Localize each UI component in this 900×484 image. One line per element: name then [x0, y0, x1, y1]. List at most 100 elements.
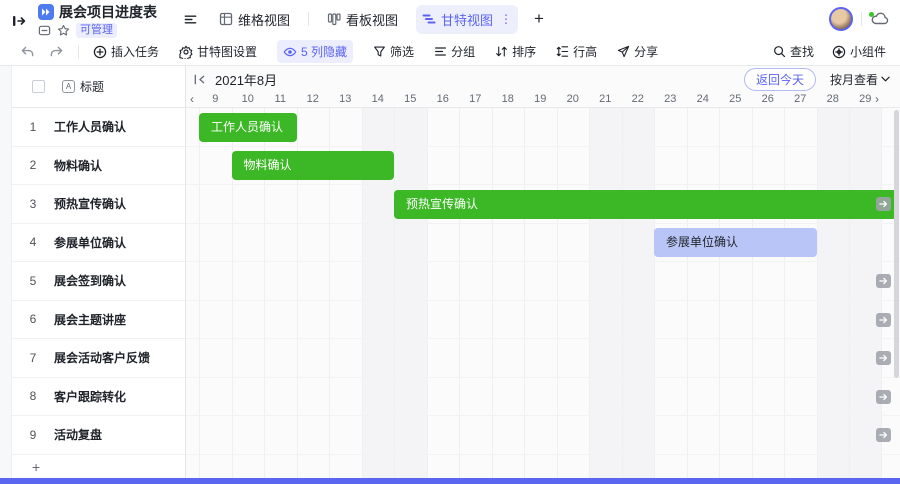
widgets-button[interactable]: 小组件 — [832, 43, 886, 60]
day-tick: 12 — [297, 92, 330, 107]
day-tick: 14 — [362, 92, 395, 107]
day-tick: 25 — [719, 92, 752, 107]
row-number: 9 — [12, 428, 54, 442]
gantt-row — [186, 262, 900, 301]
table-row[interactable]: 2物料确认 — [12, 147, 185, 186]
task-title-cell[interactable]: 工作人员确认 — [54, 118, 126, 135]
row-height-icon — [556, 45, 569, 58]
table-row[interactable]: 4参展单位确认 — [12, 224, 185, 263]
task-title-cell[interactable]: 客户跟踪转化 — [54, 388, 126, 405]
collapse-left-icon[interactable] — [193, 73, 206, 86]
kanban-view-icon — [327, 12, 341, 26]
table-row[interactable]: 7展会活动客户反馈 — [12, 339, 185, 378]
add-view-button[interactable]: + — [530, 9, 548, 29]
page-title: 展会项目进度表 — [59, 2, 157, 22]
avatar[interactable] — [829, 7, 853, 31]
jump-to-bar-arrow-icon[interactable] — [876, 390, 891, 404]
table-row[interactable]: 3预热宣传确认 — [12, 185, 185, 224]
tab-gantt-view[interactable]: 甘特视图 ⋮ — [416, 5, 518, 34]
filter-button[interactable]: 筛选 — [373, 43, 414, 60]
chevron-down-icon — [881, 76, 890, 82]
divider — [861, 12, 862, 26]
title-column-header[interactable]: A 标题 — [62, 78, 104, 95]
task-title-cell[interactable]: 展会签到确认 — [54, 272, 126, 289]
insert-task-button[interactable]: 插入任务 — [93, 43, 159, 60]
row-number: 1 — [12, 120, 54, 134]
gantt-body: 工作人员确认物料确认预热宣传确认参展单位确认 — [186, 108, 900, 484]
gantt-row — [186, 416, 900, 455]
view-list-icon[interactable] — [180, 9, 201, 30]
gantt-panel: 2021年8月 返回今天 按月查看 ‹ 91011121314151617181… — [186, 66, 900, 484]
scroll-left-icon[interactable]: ‹ — [190, 92, 194, 107]
sort-icon — [495, 45, 508, 58]
group-icon — [434, 45, 447, 58]
tab-grid-view[interactable]: 维格视图 — [213, 5, 296, 34]
expand-directory-icon[interactable] — [8, 10, 30, 32]
table-row[interactable]: 6展会主题讲座 — [12, 301, 185, 340]
undo-icon[interactable] — [20, 45, 35, 58]
gantt-bar[interactable]: 工作人员确认 — [199, 113, 297, 142]
left-gutter — [0, 66, 12, 484]
share-button[interactable]: 分享 — [617, 43, 658, 60]
gantt-row — [186, 339, 900, 378]
gantt-bar[interactable]: 预热宣传确认 — [394, 190, 897, 219]
task-title-cell[interactable]: 活动复盘 — [54, 426, 102, 443]
task-title-cell[interactable]: 参展单位确认 — [54, 234, 126, 251]
divider — [308, 12, 309, 26]
task-title-cell[interactable]: 物料确认 — [54, 157, 102, 174]
gantt-settings-button[interactable]: 甘特图设置 — [179, 43, 257, 60]
jump-to-bar-arrow-icon[interactable] — [876, 351, 891, 365]
gantt-bar[interactable]: 物料确认 — [232, 151, 395, 180]
top-bar: 展会项目进度表 可管理 维格视图 看板视图 — [0, 0, 900, 38]
row-number: 2 — [12, 158, 54, 172]
jump-to-bar-arrow-icon[interactable] — [876, 313, 891, 327]
row-height-button[interactable]: 行高 — [556, 43, 597, 60]
description-icon[interactable] — [38, 24, 51, 37]
group-button[interactable]: 分组 — [434, 43, 475, 60]
select-all-checkbox[interactable] — [32, 80, 45, 93]
tab-kanban-view[interactable]: 看板视图 — [321, 5, 404, 34]
back-to-today-button[interactable]: 返回今天 — [744, 68, 816, 91]
horizontal-scrollbar[interactable] — [0, 478, 900, 484]
search-button[interactable]: 查找 — [773, 43, 814, 60]
jump-to-bar-arrow-icon[interactable] — [876, 428, 891, 442]
hidden-fields-button[interactable]: 5 列隐藏 — [277, 40, 353, 63]
task-title-cell[interactable]: 预热宣传确认 — [54, 195, 126, 212]
task-title-cell[interactable]: 展会活动客户反馈 — [54, 349, 150, 366]
funnel-icon — [373, 45, 386, 58]
plus-icon: + — [32, 460, 40, 474]
day-tick: 24 — [687, 92, 720, 107]
row-number: 4 — [12, 235, 54, 249]
day-tick: 13 — [329, 92, 362, 107]
day-tick: 15 — [394, 92, 427, 107]
view-mode-dropdown[interactable]: 按月查看 — [830, 71, 890, 88]
tab-label: 维格视图 — [238, 10, 290, 29]
grid-view-icon — [219, 12, 233, 26]
add-row-button[interactable]: + — [12, 455, 185, 479]
scroll-right-icon[interactable]: › — [875, 92, 879, 107]
day-tick: 20 — [557, 92, 590, 107]
widget-icon — [832, 45, 846, 59]
table-row[interactable]: 9活动复盘 — [12, 416, 185, 455]
redo-icon[interactable] — [49, 45, 64, 58]
jump-to-bar-arrow-icon[interactable] — [876, 197, 891, 211]
circle-plus-icon — [93, 45, 107, 59]
gear-icon — [179, 45, 193, 59]
table-row[interactable]: 1工作人员确认 — [12, 108, 185, 147]
day-tick: 22 — [622, 92, 655, 107]
tab-more-icon[interactable]: ⋮ — [500, 12, 512, 26]
jump-to-bar-arrow-icon[interactable] — [876, 274, 891, 288]
content-area: A 标题 1工作人员确认2物料确认3预热宣传确认4参展单位确认5展会签到确认6展… — [0, 66, 900, 484]
sort-button[interactable]: 排序 — [495, 43, 536, 60]
datasheet-icon — [38, 4, 54, 20]
gantt-bar[interactable]: 参展单位确认 — [654, 228, 817, 257]
star-icon[interactable] — [57, 24, 70, 37]
table-row[interactable]: 5展会签到确认 — [12, 262, 185, 301]
row-number: 6 — [12, 312, 54, 326]
day-tick: 28 — [817, 92, 850, 107]
sync-cloud-icon[interactable] — [870, 11, 890, 27]
day-tick: 19 — [524, 92, 557, 107]
vertical-scrollbar[interactable] — [894, 110, 899, 378]
task-title-cell[interactable]: 展会主题讲座 — [54, 311, 126, 328]
table-row[interactable]: 8客户跟踪转化 — [12, 378, 185, 417]
